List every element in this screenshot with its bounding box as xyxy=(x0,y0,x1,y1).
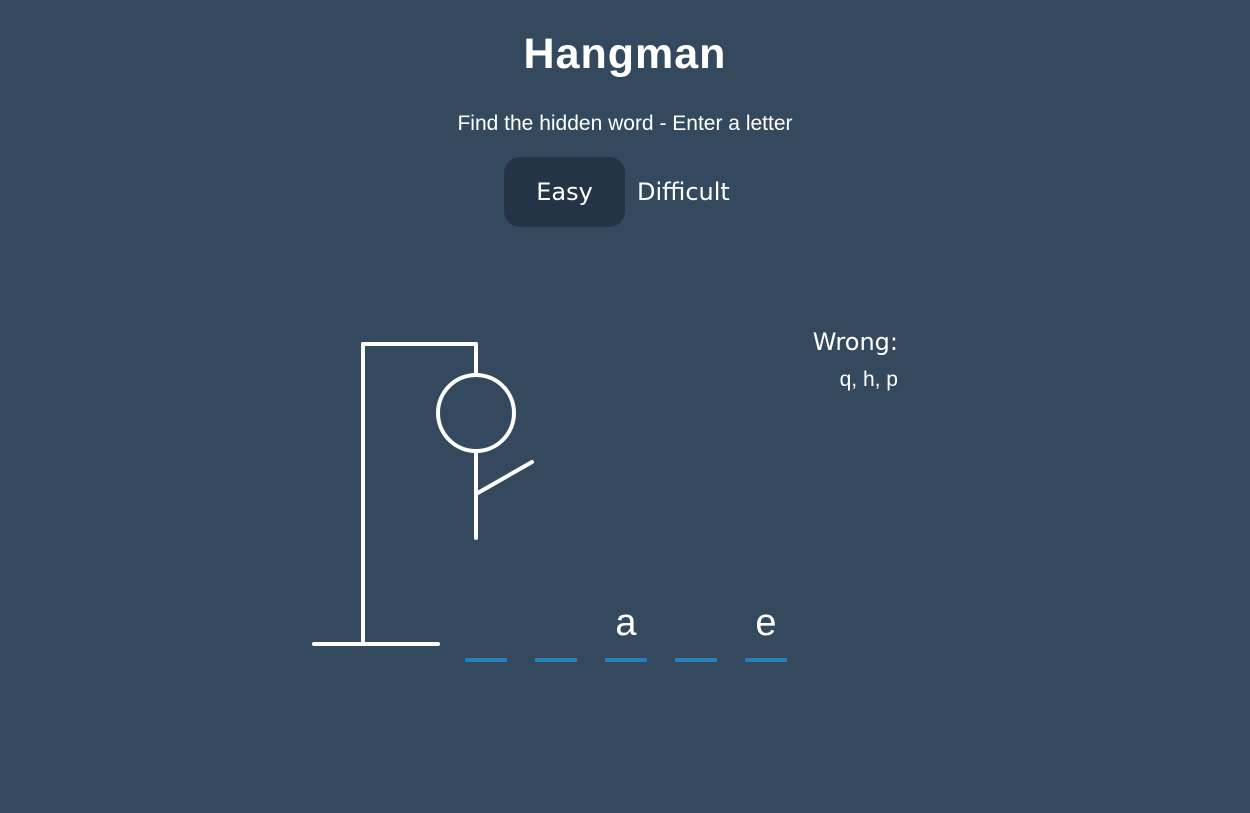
figure-head xyxy=(436,373,516,453)
wrong-label: Wrong: xyxy=(812,328,898,356)
hangman-page: Hangman Find the hidden word - Enter a l… xyxy=(0,0,1250,813)
wrong-letters-list: q, h, p xyxy=(839,368,898,391)
stick-figure xyxy=(436,373,534,540)
letter-slot: e xyxy=(745,598,787,662)
letter-slot xyxy=(535,598,577,662)
hangman-drawing xyxy=(312,342,534,646)
gallows xyxy=(312,342,478,646)
figure-right-arm xyxy=(474,460,534,496)
letter-slot xyxy=(675,598,717,662)
letter-slot xyxy=(465,598,507,662)
wrong-letters-panel: Wrong: q, h, p xyxy=(813,328,898,392)
letter-slot: a xyxy=(605,598,647,662)
hidden-word: a e xyxy=(465,598,787,662)
